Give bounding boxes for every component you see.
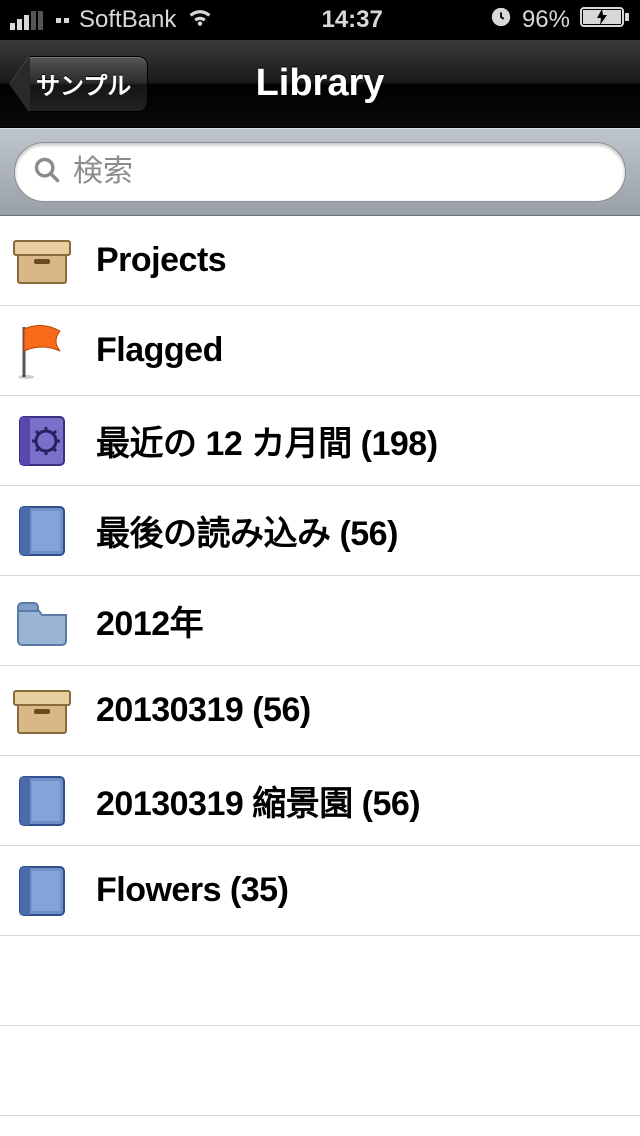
empty-row — [0, 1026, 640, 1116]
list-item[interactable]: 最後の読み込み (56) — [0, 486, 640, 576]
search-icon — [33, 156, 61, 189]
list-item[interactable]: Projects — [0, 216, 640, 306]
book-icon — [12, 861, 72, 921]
library-list: Projects Flagged — [0, 216, 640, 1116]
box-icon — [12, 681, 72, 741]
flag-icon — [12, 321, 72, 381]
list-item[interactable]: 20130319 縮景園 (56) — [0, 756, 640, 846]
list-item-label: Flagged — [96, 331, 223, 370]
book-icon — [12, 501, 72, 561]
back-button-label: サンプル — [36, 66, 131, 101]
navigation-bar: サンプル Library — [0, 40, 640, 128]
status-right: 96% — [490, 6, 630, 35]
list-item[interactable]: 2012年 — [0, 576, 640, 666]
list-item[interactable]: Flagged — [0, 306, 640, 396]
battery-charging-icon — [580, 6, 630, 35]
signal-strength-icon — [10, 10, 43, 30]
status-time: 14:37 — [321, 6, 382, 34]
battery-percent: 96% — [522, 6, 570, 34]
box-icon — [12, 231, 72, 291]
list-item[interactable]: 最近の 12 カ月間 (198) — [0, 396, 640, 486]
list-item[interactable]: Flowers (35) — [0, 846, 640, 936]
status-bar: SoftBank 14:37 96% — [0, 0, 640, 40]
list-item-label: 最後の読み込み (56) — [96, 506, 398, 555]
folder-icon — [12, 591, 72, 651]
back-button[interactable]: サンプル — [10, 56, 148, 112]
list-item-label: Flowers (35) — [96, 871, 288, 910]
search-input[interactable] — [73, 155, 607, 189]
status-left: SoftBank — [10, 6, 214, 35]
list-item-label: Projects — [96, 241, 226, 280]
book-icon — [12, 771, 72, 831]
signal-dots-icon — [56, 18, 69, 23]
gear-book-icon — [12, 411, 72, 471]
search-field[interactable] — [14, 142, 626, 202]
list-item[interactable]: 20130319 (56) — [0, 666, 640, 756]
empty-row — [0, 936, 640, 1026]
carrier-label: SoftBank — [79, 6, 176, 34]
list-item-label: 2012年 — [96, 596, 203, 645]
wifi-icon — [186, 6, 214, 35]
list-item-label: 20130319 (56) — [96, 691, 311, 730]
list-item-label: 最近の 12 カ月間 (198) — [96, 416, 438, 465]
list-item-label: 20130319 縮景園 (56) — [96, 776, 420, 825]
search-bar — [0, 128, 640, 216]
clock-icon — [490, 6, 512, 35]
